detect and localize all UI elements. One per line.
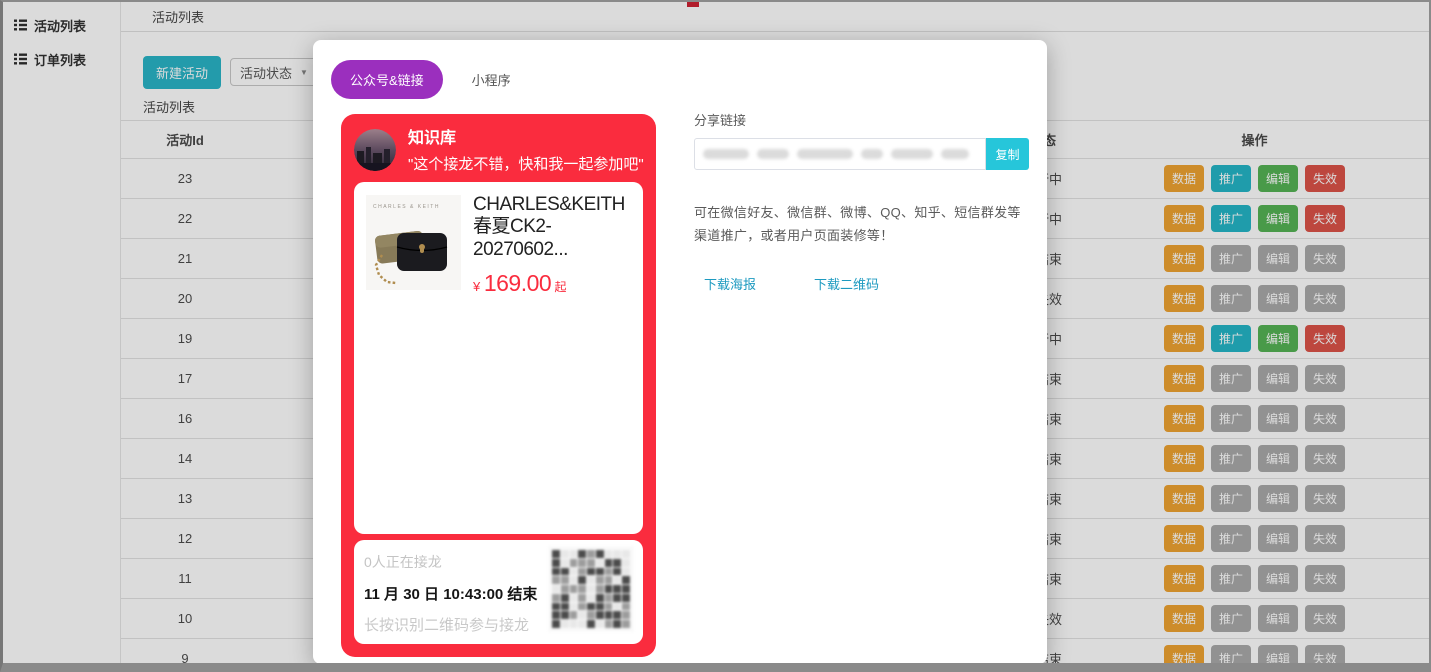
poster-header-text: 知识库 "这个接龙不错，快和我一起参加吧" xyxy=(408,129,644,174)
share-link-label: 分享链接 xyxy=(694,110,1029,129)
share-section: 分享链接 复制 可在微信好友、微信群、微博、QQ、知乎、短信群发等渠道推广，或者… xyxy=(694,110,1029,293)
share-link-row: 复制 xyxy=(694,138,1029,170)
product-title: CHARLES&KEITH 春夏CK2-20270602... xyxy=(473,194,631,261)
price-suffix: 起 xyxy=(551,280,566,294)
tab-mini-program[interactable]: 小程序 xyxy=(472,70,511,89)
poster-header: 知识库 "这个接龙不错，快和我一起参加吧" xyxy=(354,127,643,182)
download-links: 下载海报 下载二维码 xyxy=(704,274,1029,293)
share-modal: 公众号&链接 小程序 xyxy=(313,40,1047,664)
app-window: 活动列表 订单列表 活动列表 新建活动 活动状态 ▼ 活动列表 xyxy=(0,0,1431,672)
tab-official-account-link[interactable]: 公众号&链接 xyxy=(331,60,443,99)
quote-text: "这个接龙不错，快和我一起参加吧" xyxy=(408,153,644,174)
copy-button[interactable]: 复制 xyxy=(986,138,1029,170)
qr-code xyxy=(548,546,634,632)
price-value: 169.00 xyxy=(484,270,551,296)
nickname: 知识库 xyxy=(408,129,644,150)
poster-preview: 知识库 "这个接龙不错，快和我一起参加吧" CHARLES & KEITH xyxy=(341,114,656,657)
product-card: CHARLES & KEITH CHARLES&KEITH 春夏CK2-2027… xyxy=(354,182,643,534)
currency-symbol: ¥ xyxy=(473,279,484,294)
product-price: ¥ 169.00 起 xyxy=(473,270,567,297)
modal-tabs: 公众号&链接 小程序 xyxy=(331,60,1047,99)
share-link-input[interactable] xyxy=(694,138,986,170)
svg-text:CHARLES & KEITH: CHARLES & KEITH xyxy=(373,204,440,210)
product-image: CHARLES & KEITH xyxy=(366,195,461,290)
download-poster-link[interactable]: 下载海报 xyxy=(704,274,756,293)
download-qr-link[interactable]: 下载二维码 xyxy=(814,274,879,293)
promotion-tip: 可在微信好友、微信群、微博、QQ、知乎、短信群发等渠道推广，或者用户页面装修等！ xyxy=(694,202,1029,248)
poster-footer: 0人正在接龙 11 月 30 日 10:43:00 结束 长按识别二维码参与接龙 xyxy=(354,540,643,644)
avatar xyxy=(354,129,396,171)
